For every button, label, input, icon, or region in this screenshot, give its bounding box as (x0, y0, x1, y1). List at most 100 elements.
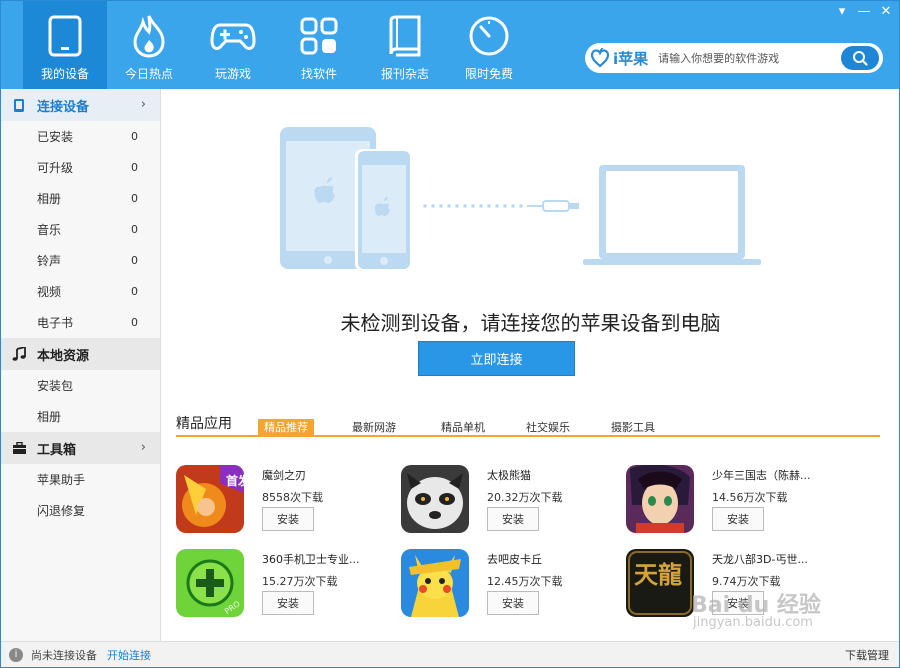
nav-tab-label: 我的设备 (40, 67, 89, 81)
tab-offline-games[interactable]: 精品单机 (435, 419, 491, 437)
sidebar-header-toolbox[interactable]: 工具箱 › (1, 432, 160, 464)
app-icon[interactable]: PRO (176, 549, 244, 617)
sidebar-item-packages[interactable]: 安装包 (1, 370, 160, 401)
minimize-icon[interactable]: — (857, 5, 871, 19)
sidebar-item-label: 铃声 (37, 254, 62, 268)
menu-dropdown-icon[interactable]: ▾ (835, 5, 849, 19)
app-icon[interactable] (401, 549, 469, 617)
app-name[interactable]: 天龙八部3D-丐世... (712, 551, 808, 567)
sidebar-item-ringtones[interactable]: 铃声 0 (1, 245, 160, 276)
app-name[interactable]: 少年三国志（陈赫... (712, 467, 811, 483)
apple-heart-icon (591, 48, 609, 68)
app-name[interactable]: 去吧皮卡丘 (487, 551, 542, 567)
app-card: 首发 魔剑之刃 8558次下载 安装 (176, 465, 386, 537)
sidebar-item-installed[interactable]: 已安装 0 (1, 121, 160, 152)
no-device-message: 未检测到设备，请连接您的苹果设备到电脑 (340, 311, 721, 335)
install-button[interactable]: 安装 (262, 591, 314, 615)
sidebar-item-label: 相册 (37, 410, 62, 424)
app-icon[interactable] (401, 465, 469, 533)
item-count: 0 (131, 223, 138, 236)
sidebar-item-upgradable[interactable]: 可升级 0 (1, 152, 160, 183)
nav-tab-label: 玩游戏 (214, 67, 251, 81)
baidu-watermark-url: jingyan.baidu.com (693, 615, 813, 630)
app-icon[interactable]: 首发 (176, 465, 244, 533)
app-name[interactable]: 太极熊猫 (487, 467, 531, 483)
app-card: PRO 360手机卫士专业... 15.27万次下载 安装 (176, 549, 386, 621)
app-badge: 天龍 (634, 560, 682, 589)
tab-new-online-games[interactable]: 最新网游 (346, 419, 402, 437)
app-downloads: 14.56万次下载 (712, 491, 788, 504)
sidebar-item-videos[interactable]: 视频 0 (1, 276, 160, 307)
app-downloads: 8558次下载 (262, 491, 323, 504)
sidebar-header-label: 连接设备 (37, 99, 90, 115)
search-icon (853, 51, 868, 66)
connect-now-button[interactable]: 立即连接 (418, 341, 575, 376)
sidebar-item-photos[interactable]: 相册 0 (1, 183, 160, 214)
sidebar-header-label: 工具箱 (37, 442, 77, 458)
sidebar-item-music[interactable]: 音乐 0 (1, 214, 160, 245)
app-card: 少年三国志（陈赫... 14.56万次下载 安装 (626, 465, 836, 537)
sidebar-item-local-photos[interactable]: 相册 (1, 401, 160, 432)
install-button[interactable]: 安装 (487, 507, 539, 531)
sidebar-item-apple-assistant[interactable]: 苹果助手 (1, 464, 160, 495)
tab-photography-tools[interactable]: 摄影工具 (605, 419, 661, 437)
apps-grid-icon (296, 13, 342, 59)
app-badge: 首发 (226, 473, 244, 488)
sidebar-item-label: 可升级 (37, 161, 74, 175)
nav-tab-my-device[interactable]: 我的设备 (23, 1, 107, 89)
recommend-title: 精品应用 (176, 416, 232, 432)
chevron-right-icon: › (140, 97, 146, 112)
app-card: 太极熊猫 20.32万次下载 安装 (401, 465, 611, 537)
sidebar-item-label: 苹果助手 (37, 473, 86, 487)
item-count: 0 (131, 254, 138, 267)
sidebar-item-label: 已安装 (37, 130, 74, 144)
nav-tab-play-games[interactable]: 玩游戏 (191, 1, 275, 89)
item-count: 0 (131, 130, 138, 143)
sidebar-item-crash-repair[interactable]: 闪退修复 (1, 495, 160, 526)
tab-social-entertainment[interactable]: 社交娱乐 (520, 419, 576, 437)
book-icon (382, 13, 428, 59)
install-button[interactable]: 安装 (712, 507, 764, 531)
item-count: 0 (131, 192, 138, 205)
sidebar-header-local-resources[interactable]: 本地资源 (1, 338, 160, 370)
close-icon[interactable]: ✕ (879, 5, 893, 19)
nav-tab-label: 今日热点 (124, 67, 173, 81)
item-count: 0 (131, 161, 138, 174)
timer-icon (466, 13, 512, 59)
sidebar: 连接设备 › 已安装 0 可升级 0 相册 0 音乐 0 铃声 0 视频 0 电子书 0 本地… (1, 89, 161, 641)
device-icon (11, 97, 27, 113)
search-button[interactable] (841, 46, 879, 70)
gamepad-icon (210, 13, 256, 59)
app-name[interactable]: 360手机卫士专业... (262, 551, 360, 567)
install-button[interactable]: 安装 (487, 591, 539, 615)
download-manager-button[interactable]: 下载管理 (845, 647, 889, 663)
flame-icon (126, 13, 172, 59)
sidebar-header-connect-device[interactable]: 连接设备 › (1, 89, 160, 121)
recommend-header: 精品应用 精品推荐 最新网游 精品单机 社交娱乐 摄影工具 (176, 411, 880, 437)
search-input[interactable] (658, 51, 819, 65)
item-count: 0 (131, 316, 138, 329)
sidebar-item-label: 安装包 (37, 379, 74, 393)
nav-tab-magazines[interactable]: 报刊杂志 (363, 1, 447, 89)
tab-featured[interactable]: 精品推荐 (258, 419, 314, 437)
install-button[interactable]: 安装 (262, 507, 314, 531)
app-name[interactable]: 魔剑之刃 (262, 467, 306, 483)
nav-tab-find-software[interactable]: 找软件 (277, 1, 361, 89)
start-connect-link[interactable]: 开始连接 (107, 647, 151, 663)
nav-tab-limited-free[interactable]: 限时免费 (447, 1, 531, 89)
status-bar: i 尚未连接设备 开始连接 下载管理 (1, 641, 899, 667)
app-window: ▾ — ✕ 我的设备 今日热点 玩游戏 找软件 报刊杂志 限时免费 i苹果 请输… (0, 0, 900, 668)
nav-tab-hot-today[interactable]: 今日热点 (107, 1, 191, 89)
toolbox-icon (11, 440, 27, 456)
app-icon[interactable]: 天龍 (626, 549, 694, 617)
brand-logo: i苹果 (591, 48, 648, 69)
brand-name: i苹果 (613, 49, 649, 68)
app-downloads: 12.45万次下载 (487, 575, 563, 588)
connection-status: 尚未连接设备 (31, 648, 97, 662)
app-card: 去吧皮卡丘 12.45万次下载 安装 (401, 549, 611, 621)
tablet-icon (42, 13, 88, 59)
app-icon[interactable] (626, 465, 694, 533)
nav-tab-label: 报刊杂志 (380, 67, 429, 81)
sidebar-item-ebooks[interactable]: 电子书 0 (1, 307, 160, 338)
top-nav-bar: ▾ — ✕ 我的设备 今日热点 玩游戏 找软件 报刊杂志 限时免费 i苹果 请输… (1, 1, 899, 89)
